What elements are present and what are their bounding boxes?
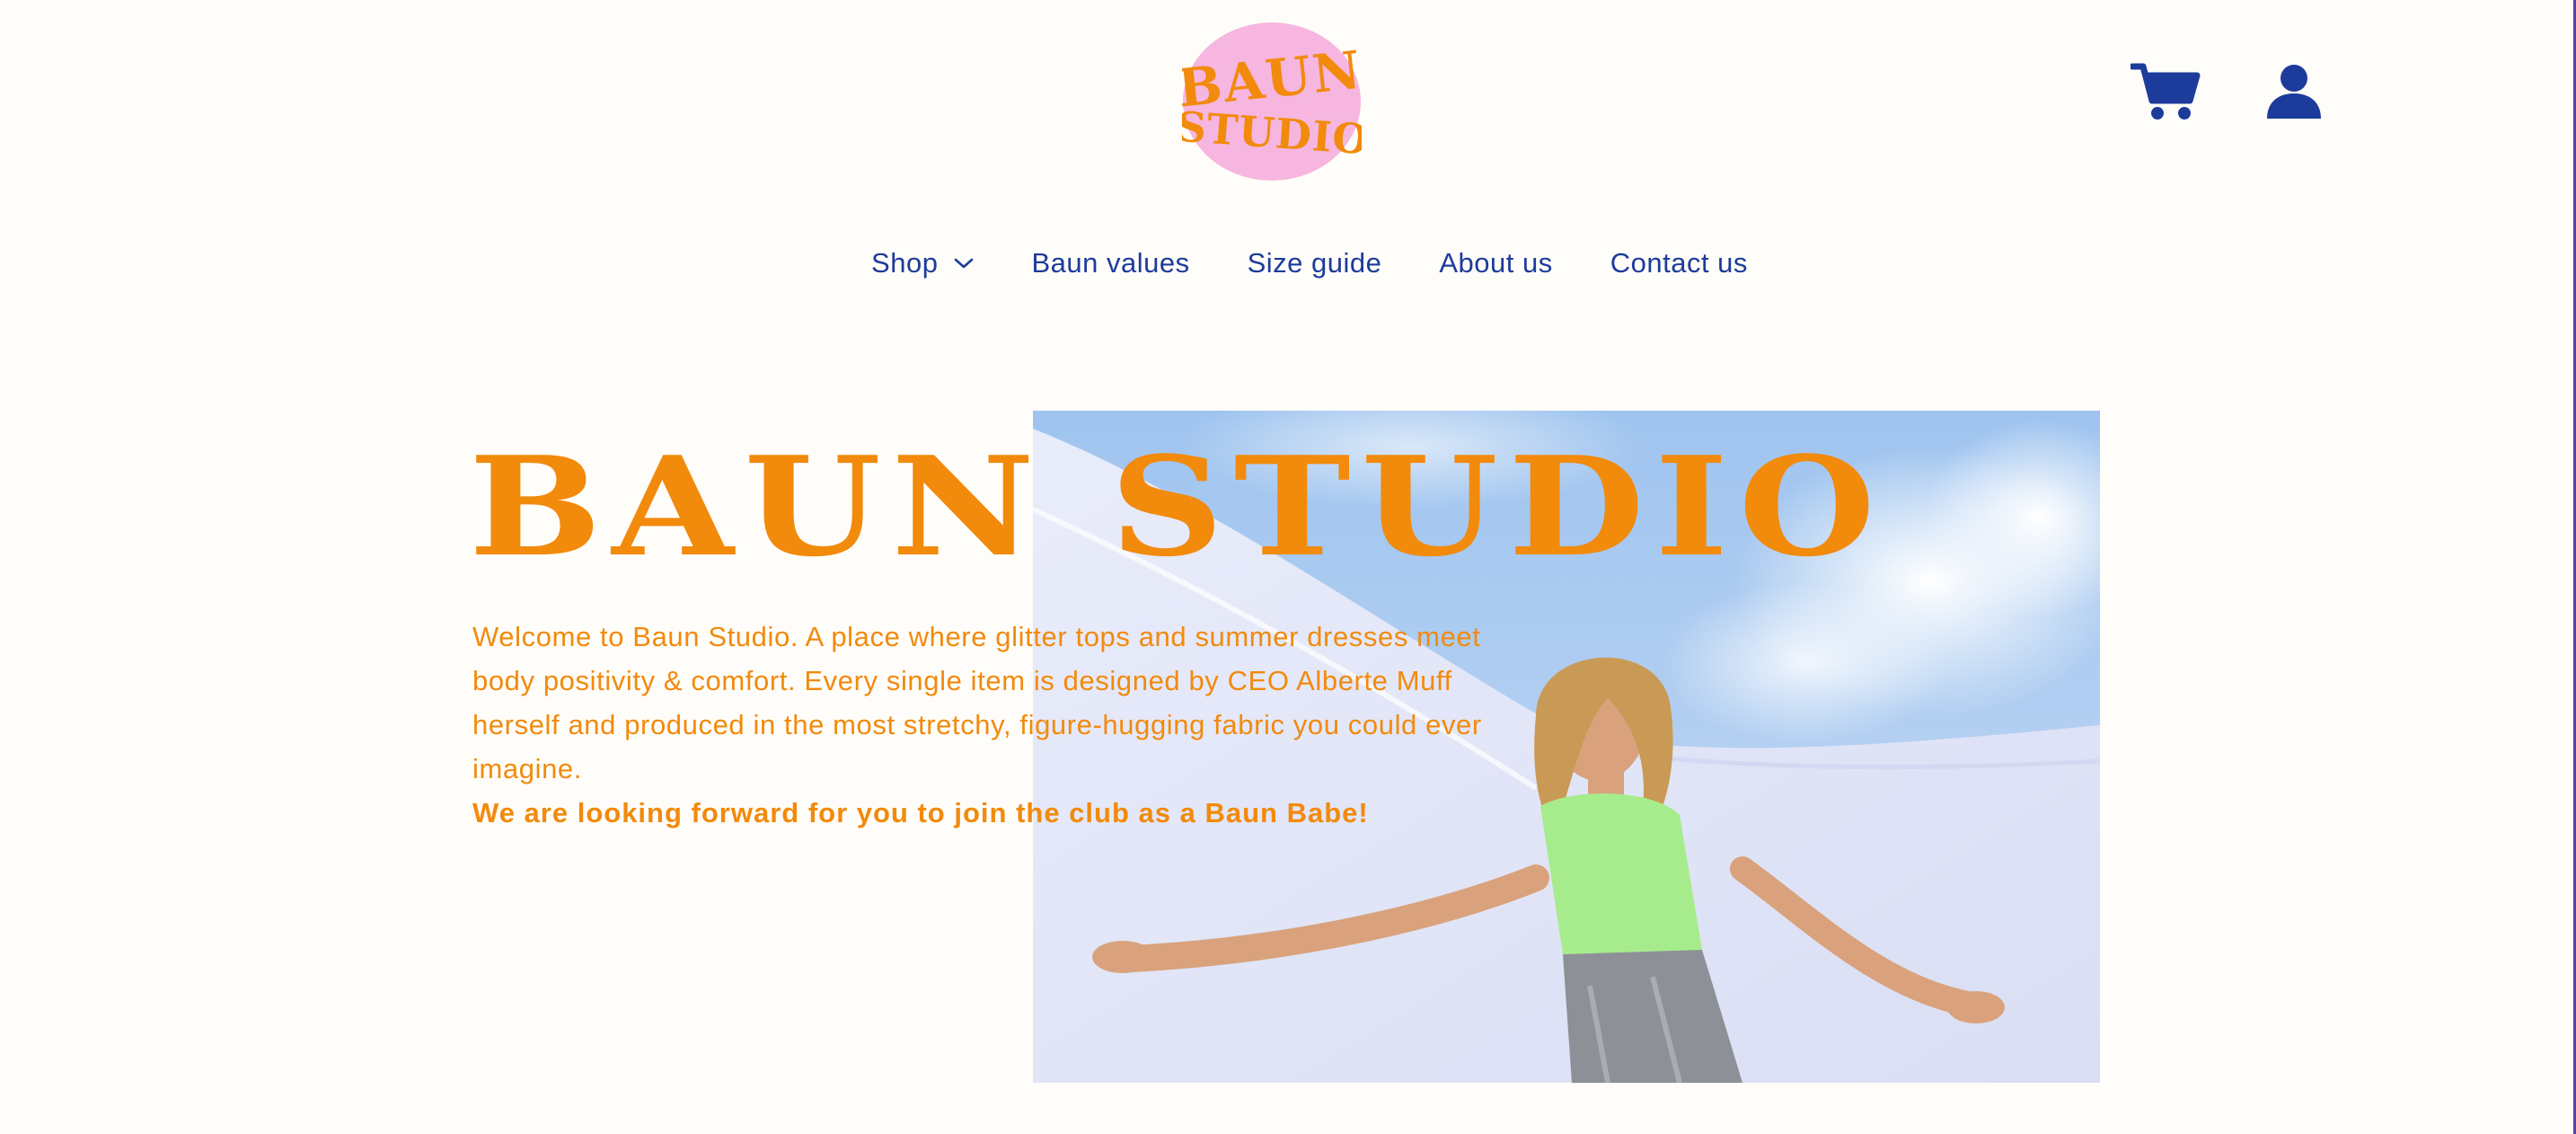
- main-nav: Shop Baun values Size guide About us Con…: [0, 241, 2576, 286]
- hero-paragraph: Welcome to Baun Studio. A place where gl…: [472, 621, 1482, 784]
- nav-item-label: About us: [1439, 247, 1553, 279]
- nav-item-label: Size guide: [1247, 247, 1382, 279]
- nav-item-baun-values[interactable]: Baun values: [1031, 247, 1189, 279]
- nav-item-contact-us[interactable]: Contact us: [1610, 247, 1748, 279]
- hero-tagline: We are looking forward for you to join t…: [472, 797, 1369, 828]
- nav-item-label: Baun values: [1031, 247, 1190, 279]
- hero-body: Welcome to Baun Studio. A place where gl…: [472, 615, 1505, 835]
- nav-item-size-guide[interactable]: Size guide: [1248, 247, 1382, 279]
- nav-item-label: Contact us: [1610, 247, 1748, 279]
- nav-item-label: Shop: [871, 247, 939, 279]
- baun-studio-logo[interactable]: BAUN STUDIO: [1182, 22, 1362, 182]
- chevron-down-icon: [955, 258, 974, 269]
- account-icon[interactable]: [2265, 63, 2323, 119]
- nav-item-about-us[interactable]: About us: [1439, 247, 1552, 279]
- cart-icon[interactable]: [2130, 61, 2201, 122]
- hero-title: BAUN STUDIO: [469, 426, 1886, 587]
- nav-item-shop[interactable]: Shop: [871, 247, 974, 279]
